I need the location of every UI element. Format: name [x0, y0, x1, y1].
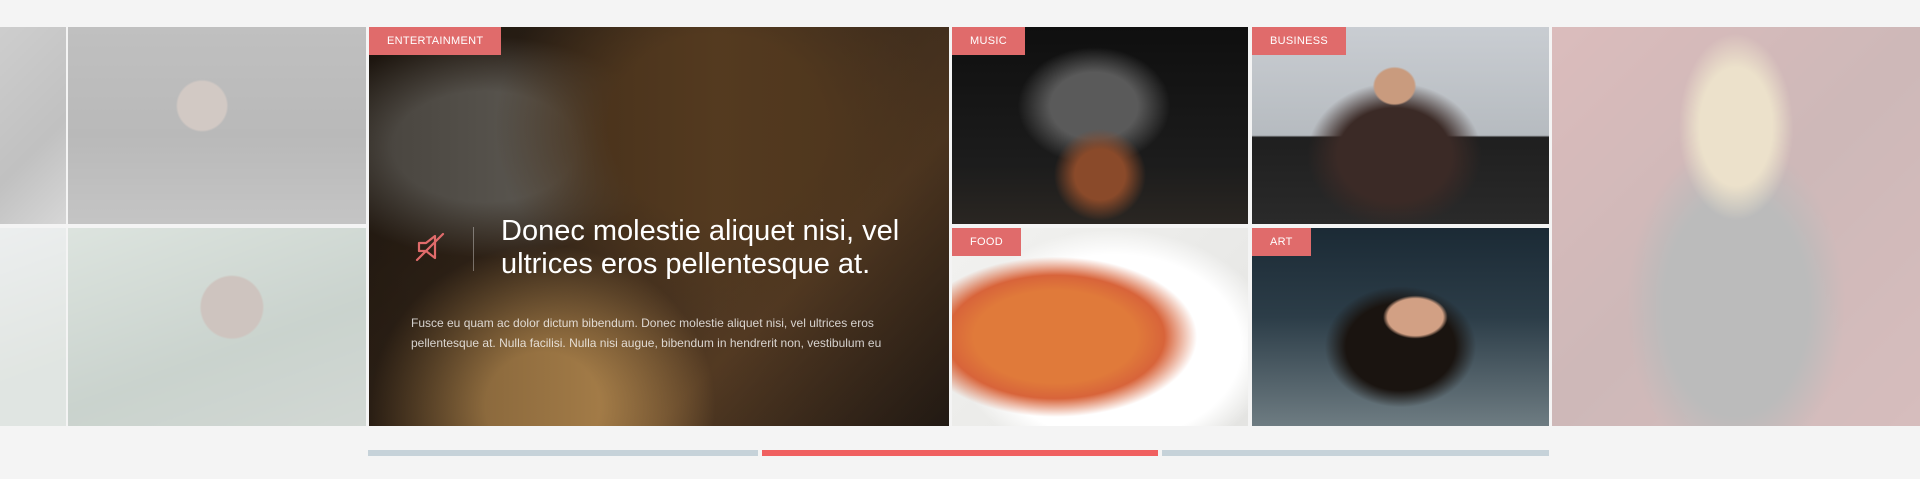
- pasta-photo: [952, 228, 1248, 426]
- tile-food[interactable]: FOOD: [952, 228, 1248, 426]
- featured-excerpt: Fusce eu quam ac dolor dictum bibendum. …: [411, 316, 882, 350]
- tile-music[interactable]: MUSIC: [952, 27, 1248, 224]
- slider-progress-segment-1[interactable]: [368, 450, 758, 456]
- faded-tile-woman-sunglasses[interactable]: [68, 228, 366, 426]
- slider-progress-segment-2-active[interactable]: [762, 450, 1158, 456]
- tile-business[interactable]: BUSINESS: [1252, 27, 1549, 224]
- faded-tile-left-edge-bottom[interactable]: [0, 228, 66, 426]
- slider-progress-segment-3[interactable]: [1162, 450, 1549, 456]
- faded-tile-left-edge-top[interactable]: [0, 27, 66, 224]
- news-slider: ENTERTAINMENT Donec molestie aliquet nis…: [0, 27, 1920, 426]
- featured-headline[interactable]: Donec molestie aliquet nisi, vel ultrice…: [501, 215, 921, 281]
- tile-business-tag[interactable]: BUSINESS: [1252, 27, 1347, 55]
- faded-tile-man-sofa[interactable]: [68, 27, 366, 224]
- tile-art[interactable]: ART: [1252, 228, 1549, 426]
- tile-music-tag[interactable]: MUSIC: [952, 27, 1025, 55]
- featured-category-tag[interactable]: ENTERTAINMENT: [369, 27, 502, 55]
- featured-article[interactable]: ENTERTAINMENT Donec molestie aliquet nis…: [369, 27, 949, 426]
- guitarist-photo: [952, 27, 1248, 224]
- woman-splash-photo: [1252, 228, 1549, 426]
- tile-food-tag[interactable]: FOOD: [952, 228, 1021, 256]
- featured-divider: [473, 227, 474, 271]
- businessman-photo: [1252, 27, 1549, 224]
- broken-speaker-icon: [415, 232, 445, 262]
- tile-art-tag[interactable]: ART: [1252, 228, 1311, 256]
- faded-tile-woman-glasses[interactable]: [1552, 27, 1920, 426]
